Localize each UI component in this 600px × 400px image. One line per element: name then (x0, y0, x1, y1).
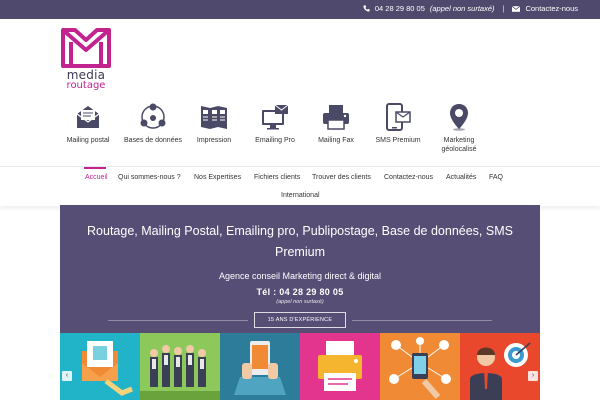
network-illustration-icon (389, 337, 451, 399)
top-bar: 04 28 29 80 05 (appel non surtaxé) | Con… (0, 0, 600, 19)
phone-sms-icon (386, 103, 411, 131)
service-label: Marketing géolocalisé (441, 137, 477, 153)
target-illustration-icon (470, 342, 531, 400)
printer-illustration-icon (318, 341, 362, 391)
carousel-tile-target[interactable] (460, 333, 540, 400)
network-icon (140, 103, 166, 129)
envelope-icon (76, 106, 100, 128)
hero-title: Routage, Mailing Postal, Emailing pro, P… (87, 224, 513, 259)
nav-item-faq[interactable]: FAQ (489, 174, 503, 181)
hero-divider-left (108, 320, 248, 321)
top-separator: | (502, 4, 505, 13)
top-phone[interactable]: 04 28 29 80 05 (375, 4, 425, 13)
top-contact-link[interactable]: Contactez-nous (525, 4, 578, 13)
service-label: Impression (196, 137, 232, 144)
monitor-mail-icon (262, 104, 289, 130)
carousel-tile-network[interactable] (380, 333, 460, 400)
service-emailing-pro[interactable]: Emailing Pro (244, 102, 306, 145)
carousel (60, 333, 540, 400)
nav-item-fichiers-clients[interactable]: Fichiers clients (254, 174, 300, 181)
carousel-tile-mobile[interactable] (220, 333, 300, 400)
hero-phone[interactable]: Tél : 04 28 29 80 05 (60, 287, 540, 297)
active-indicator (84, 167, 106, 169)
carousel-prev-button[interactable]: ‹ (62, 371, 72, 381)
carousel-tile-team[interactable] (140, 333, 220, 400)
hero-phone-note: (appel non surtaxé) (276, 299, 324, 305)
nav-item-nos-expertises[interactable]: Nos Expertises (194, 174, 241, 181)
service-label: Mailing Fax (318, 137, 354, 144)
mail-icon (512, 5, 521, 12)
site-logo[interactable]: media routage (61, 26, 111, 91)
fax-icon (323, 105, 349, 130)
service-label: Mailing postal (66, 137, 110, 144)
service-impression[interactable]: Impression (183, 102, 245, 145)
services-row: Mailing postal Bases de données Impressi… (62, 102, 518, 158)
service-label: SMS Premium (375, 137, 421, 144)
logo-text-routage: routage (66, 80, 106, 91)
hero-divider-right (352, 320, 492, 321)
phone-icon (363, 5, 370, 12)
hero-subtitle: Agence conseil Marketing direct & digita… (218, 271, 382, 281)
service-label: Bases de données (124, 137, 182, 144)
nav-item-accueil[interactable]: Accueil (85, 174, 108, 181)
nav-item-international[interactable]: International (281, 192, 320, 199)
service-bases-de-donnees[interactable]: Bases de données (122, 102, 184, 145)
team-illustration-icon (140, 345, 220, 400)
nav-item-contactez-nous[interactable]: Contactez-nous (384, 174, 433, 181)
top-bar-contact: 04 28 29 80 05 (appel non surtaxé) | Con… (363, 4, 578, 13)
logo-mark-icon (61, 28, 111, 68)
map-pin-icon (450, 104, 468, 131)
service-sms-premium[interactable]: SMS Premium (367, 102, 429, 145)
service-mailing-postal[interactable]: Mailing postal (57, 102, 119, 145)
hero-banner: Routage, Mailing Postal, Emailing pro, P… (60, 205, 540, 333)
service-marketing-geolocalise[interactable]: Marketing géolocalisé (428, 102, 490, 154)
nav-item-trouver-des-clients[interactable]: Trouver des clients (312, 174, 371, 181)
email-illustration-icon (82, 341, 133, 396)
nav-item-qui-sommes-nous[interactable]: Qui sommes-nous ? (118, 174, 181, 181)
mobile-illustration-icon (234, 341, 286, 395)
service-label: Emailing Pro (255, 137, 295, 144)
carousel-tile-print[interactable] (300, 333, 380, 400)
carousel-next-button[interactable]: › (528, 371, 538, 381)
carousel-tile-email[interactable] (60, 333, 140, 400)
top-phone-note: (appel non surtaxé) (429, 4, 495, 13)
nav-item-actualites[interactable]: Actualités (446, 174, 476, 181)
brochure-icon (201, 106, 227, 129)
service-mailing-fax[interactable]: Mailing Fax (305, 102, 367, 145)
main-navigation: Accueil Qui sommes-nous ? Nos Expertises… (0, 166, 600, 206)
experience-button[interactable]: 15 ANS D'EXPÉRIENCE (254, 312, 346, 328)
